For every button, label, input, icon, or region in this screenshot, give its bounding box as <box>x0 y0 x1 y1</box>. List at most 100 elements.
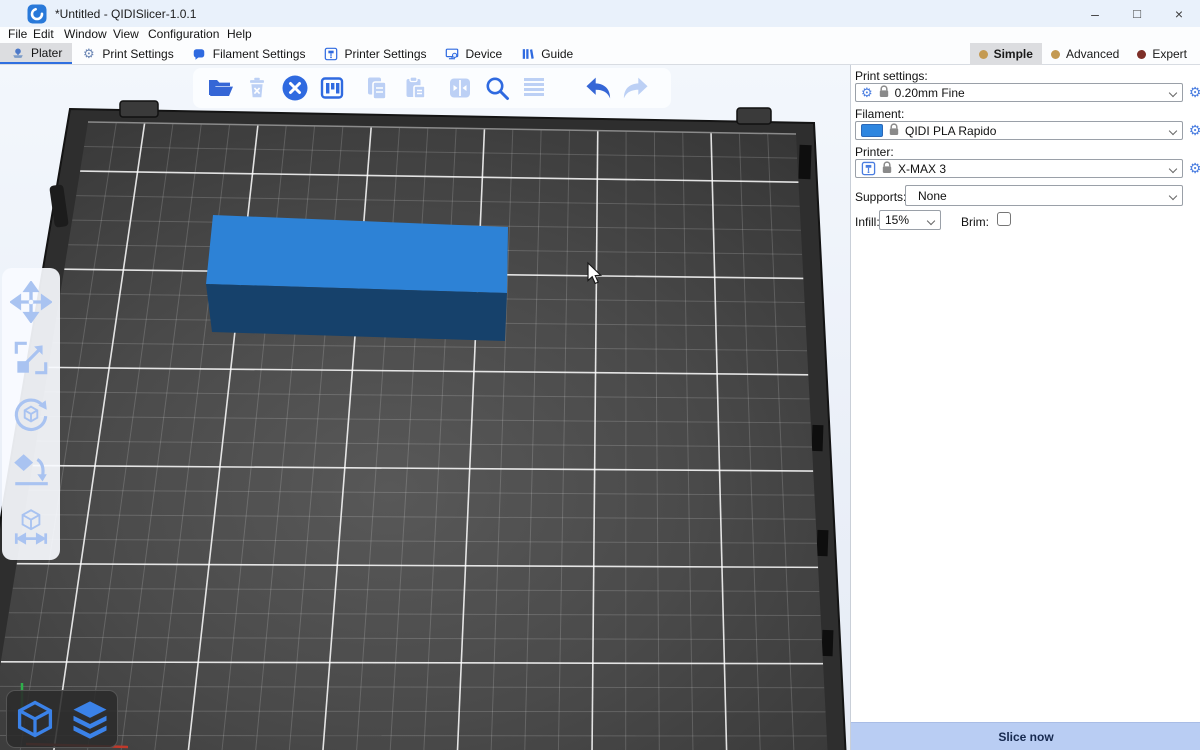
filament-value: QIDI PLA Rapido <box>905 124 996 138</box>
printer-icon <box>861 161 876 176</box>
bed-clip <box>737 108 771 124</box>
tab-device[interactable]: Device <box>436 43 512 64</box>
place-on-face-gizmo-button[interactable] <box>8 447 54 493</box>
plater-icon <box>10 45 25 60</box>
print-bed[interactable] <box>0 65 850 750</box>
maximize-button[interactable]: □ <box>1116 0 1158 27</box>
supports-select[interactable]: None <box>905 185 1183 206</box>
chevron-down-icon <box>1169 89 1177 97</box>
window-controls: – □ × <box>1074 0 1200 27</box>
delete-button[interactable] <box>242 73 271 103</box>
delete-all-button[interactable] <box>280 73 310 103</box>
menu-file[interactable]: File <box>8 27 27 43</box>
tab-label: Guide <box>541 47 573 61</box>
filament-icon <box>192 46 207 61</box>
tab-label: Device <box>466 47 503 61</box>
search-button[interactable] <box>483 73 512 103</box>
printer-label: Printer: <box>855 145 894 159</box>
tab-guide[interactable]: Guide <box>511 43 582 64</box>
tab-bar: Plater ⚙ Print Settings Filament Setting… <box>0 43 1200 65</box>
menu-configuration[interactable]: Configuration <box>148 27 219 43</box>
mode-expert[interactable]: Expert <box>1128 43 1196 65</box>
tab-filament-settings[interactable]: Filament Settings <box>183 43 315 64</box>
move-gizmo-button[interactable] <box>8 279 54 325</box>
tab-label: Printer Settings <box>344 47 426 61</box>
layers-icon <box>520 74 548 102</box>
lock-icon <box>882 161 892 177</box>
brim-checkbox[interactable] <box>997 212 1011 226</box>
split-button[interactable] <box>445 73 474 103</box>
bed-clip <box>120 101 158 117</box>
app-window: *Untitled - QIDISlicer-1.0.1 – □ × File … <box>0 0 1200 750</box>
chevron-down-icon <box>1169 192 1177 200</box>
print-settings-gear-button[interactable]: ⚙ <box>1187 84 1200 100</box>
chevron-down-icon <box>1169 165 1177 173</box>
rotate-gizmo-button[interactable] <box>8 391 54 437</box>
paste-button[interactable] <box>400 73 429 103</box>
filament-gear-button[interactable]: ⚙ <box>1187 122 1200 138</box>
gear-icon: ⚙ <box>81 46 96 61</box>
brim-label: Brim: <box>961 215 989 229</box>
infill-label: Infill: <box>855 215 880 229</box>
place-on-face-icon <box>10 449 52 491</box>
simple-dot-icon <box>979 50 988 59</box>
slice-now-button[interactable]: Slice now <box>851 722 1200 750</box>
paste-icon <box>401 74 429 102</box>
expert-dot-icon <box>1137 50 1146 59</box>
copy-button[interactable] <box>363 73 392 103</box>
print-settings-value: 0.20mm Fine <box>895 86 965 100</box>
supports-value: None <box>918 189 947 203</box>
filament-select[interactable]: QIDI PLA Rapido <box>855 121 1183 140</box>
model-object[interactable] <box>206 215 508 341</box>
menu-bar: File Edit Window View Configuration Help <box>0 27 1200 43</box>
supports-label: Supports: <box>855 190 906 204</box>
close-button[interactable]: × <box>1158 0 1200 27</box>
minimize-button[interactable]: – <box>1074 0 1116 27</box>
menu-help[interactable]: Help <box>227 27 252 43</box>
viewport-3d[interactable] <box>0 65 850 750</box>
delete-icon <box>244 75 270 101</box>
layers-button[interactable] <box>520 73 549 103</box>
filament-label: Filament: <box>855 107 904 121</box>
menu-view[interactable]: View <box>113 27 139 43</box>
copy-icon <box>363 74 391 102</box>
measure-gizmo-button[interactable] <box>8 503 54 549</box>
gizmo-toolbar <box>2 268 60 560</box>
infill-select[interactable]: 15% <box>879 210 941 230</box>
filament-color-swatch <box>861 124 883 137</box>
rotate-icon <box>10 393 52 435</box>
undo-icon <box>583 73 613 103</box>
preview-layers-button[interactable] <box>68 697 112 741</box>
mode-selector: Simple Advanced Expert <box>970 43 1196 65</box>
tab-printer-settings[interactable]: Printer Settings <box>314 43 435 64</box>
gear-icon: ⚙ <box>861 86 873 99</box>
search-icon <box>483 74 511 102</box>
tab-label: Print Settings <box>102 47 173 61</box>
tab-print-settings[interactable]: ⚙ Print Settings <box>72 43 182 64</box>
lock-icon <box>879 85 889 101</box>
infill-value: 15% <box>885 213 909 227</box>
printer-value: X-MAX 3 <box>898 162 946 176</box>
open-button[interactable] <box>205 73 234 103</box>
arrange-icon <box>318 74 346 102</box>
scale-gizmo-button[interactable] <box>8 335 54 381</box>
menu-window[interactable]: Window <box>64 27 107 43</box>
chevron-down-icon <box>927 216 935 224</box>
mode-advanced[interactable]: Advanced <box>1042 43 1128 65</box>
redo-icon <box>621 73 651 103</box>
arrange-button[interactable] <box>318 73 347 103</box>
undo-button[interactable] <box>583 73 613 103</box>
mode-simple[interactable]: Simple <box>970 43 1042 65</box>
printer-select[interactable]: X-MAX 3 <box>855 159 1183 178</box>
redo-button[interactable] <box>621 73 651 103</box>
menu-edit[interactable]: Edit <box>33 27 54 43</box>
chevron-down-icon <box>1169 127 1177 135</box>
printer-gear-button[interactable]: ⚙ <box>1187 160 1200 176</box>
print-settings-select[interactable]: ⚙ 0.20mm Fine <box>855 83 1183 102</box>
device-icon <box>445 46 460 61</box>
tab-plater[interactable]: Plater <box>0 43 72 64</box>
open-icon <box>206 74 234 102</box>
object-top-face <box>206 215 508 293</box>
3d-view-button[interactable] <box>13 697 57 741</box>
printer-icon <box>323 46 338 61</box>
